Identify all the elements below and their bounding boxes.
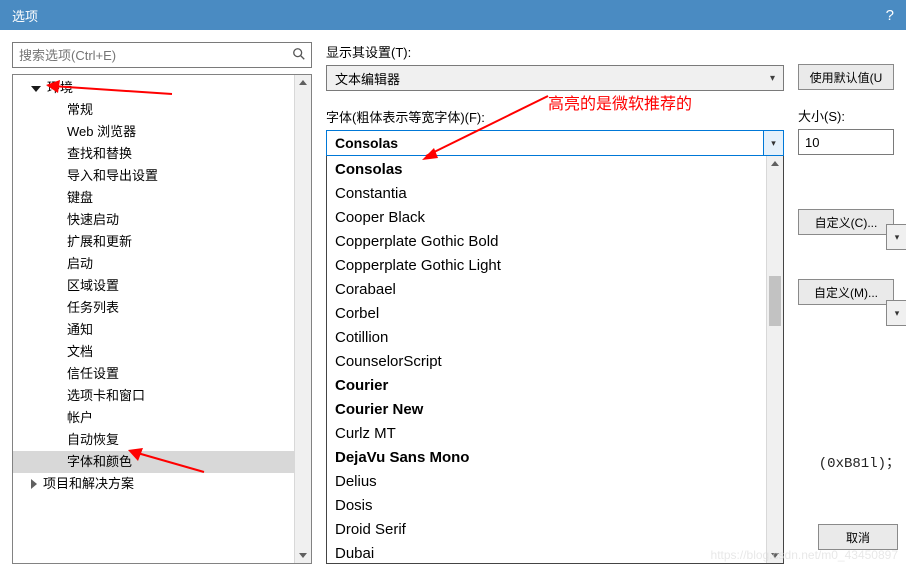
font-option[interactable]: Curlz MT: [327, 422, 783, 446]
chevron-down-icon: ▾: [770, 73, 775, 84]
font-selected: Consolas: [335, 135, 398, 151]
cancel-button[interactable]: 取消: [818, 524, 898, 550]
search-input[interactable]: [12, 42, 312, 68]
chevron-right-icon: [31, 479, 37, 489]
tree-item[interactable]: 查找和替换: [13, 143, 311, 165]
tree-item[interactable]: 快速启动: [13, 209, 311, 231]
custom-c-button[interactable]: 自定义(C)...: [798, 209, 894, 235]
tree-item[interactable]: 启动: [13, 253, 311, 275]
font-option[interactable]: Corbel: [327, 302, 783, 326]
font-option[interactable]: Corabael: [327, 278, 783, 302]
font-option[interactable]: Courier New: [327, 398, 783, 422]
tree-node-label: 环境: [47, 77, 73, 99]
tree-item[interactable]: Web 浏览器: [13, 121, 311, 143]
tree-item[interactable]: 扩展和更新: [13, 231, 311, 253]
font-option[interactable]: Constantia: [327, 182, 783, 206]
tree-node-environment[interactable]: 环境: [13, 77, 311, 99]
hidden-combo-1[interactable]: ▾: [886, 224, 906, 250]
tree-item[interactable]: 常规: [13, 99, 311, 121]
middle-column: 显示其设置(T): 文本编辑器 ▾ 字体(粗体表示等宽字体)(F): Conso…: [326, 42, 784, 564]
show-settings-combo[interactable]: 文本编辑器 ▾: [326, 65, 784, 91]
font-option[interactable]: Copperplate Gothic Light: [327, 254, 783, 278]
sample-code-text: (0xB81l)；: [817, 450, 902, 474]
font-option[interactable]: Dosis: [327, 494, 783, 518]
font-combo[interactable]: Consolas ▾: [326, 130, 784, 156]
dropdown-scrollbar[interactable]: [766, 156, 783, 563]
tree-node-projects[interactable]: 项目和解决方案: [13, 473, 311, 495]
font-dropdown[interactable]: ConsolasConstantiaCooper BlackCopperplat…: [326, 156, 784, 564]
font-option[interactable]: Copperplate Gothic Bold: [327, 230, 783, 254]
font-combo-button[interactable]: ▾: [763, 131, 783, 155]
use-defaults-button[interactable]: 使用默认值(U: [798, 64, 894, 90]
hidden-combo-2[interactable]: ▾: [886, 300, 906, 326]
font-option[interactable]: Cotillion: [327, 326, 783, 350]
font-option[interactable]: CounselorScript: [327, 350, 783, 374]
tree-item[interactable]: 选项卡和窗口: [13, 385, 311, 407]
size-label: 大小(S):: [798, 106, 894, 125]
font-label: 字体(粗体表示等宽字体)(F):: [326, 107, 784, 126]
tree-item[interactable]: 字体和颜色: [13, 451, 311, 473]
font-option[interactable]: Droid Serif: [327, 518, 783, 542]
chevron-down-icon: [31, 86, 41, 92]
titlebar: 选项 ?: [0, 0, 906, 30]
tree-item[interactable]: 键盘: [13, 187, 311, 209]
font-option[interactable]: Courier: [327, 374, 783, 398]
size-input[interactable]: [798, 129, 894, 155]
tree-item[interactable]: 自动恢复: [13, 429, 311, 451]
left-column: 环境 常规Web 浏览器查找和替换导入和导出设置键盘快速启动扩展和更新启动区域设…: [12, 42, 312, 564]
tree-item[interactable]: 通知: [13, 319, 311, 341]
show-settings-label: 显示其设置(T):: [326, 42, 784, 61]
options-tree[interactable]: 环境 常规Web 浏览器查找和替换导入和导出设置键盘快速启动扩展和更新启动区域设…: [12, 74, 312, 564]
tree-node-label: 项目和解决方案: [43, 473, 134, 495]
tree-item[interactable]: 信任设置: [13, 363, 311, 385]
font-option[interactable]: Delius: [327, 470, 783, 494]
combo-value: 文本编辑器: [335, 69, 400, 88]
watermark: https://blog.csdn.net/m0_43450897: [711, 548, 898, 562]
search-wrap: [12, 42, 312, 68]
right-column: 显示其设置(T): 文本编辑器 ▾ 字体(粗体表示等宽字体)(F): Conso…: [326, 42, 894, 564]
custom-m-button[interactable]: 自定义(M)...: [798, 279, 894, 305]
tree-item[interactable]: 帐户: [13, 407, 311, 429]
main-area: 环境 常规Web 浏览器查找和替换导入和导出设置键盘快速启动扩展和更新启动区域设…: [0, 30, 906, 564]
tree-item[interactable]: 文档: [13, 341, 311, 363]
tree-scrollbar[interactable]: [294, 75, 311, 563]
tree-item[interactable]: 任务列表: [13, 297, 311, 319]
window-title: 选项: [12, 6, 38, 25]
font-option[interactable]: Cooper Black: [327, 206, 783, 230]
tree-item[interactable]: 区域设置: [13, 275, 311, 297]
tree-item[interactable]: 导入和导出设置: [13, 165, 311, 187]
scrollbar-thumb[interactable]: [769, 276, 781, 326]
font-option[interactable]: Consolas: [327, 158, 783, 182]
help-icon[interactable]: ?: [886, 7, 894, 24]
far-right-column: 使用默认值(U 大小(S): 自定义(C)... 自定义(M)...: [798, 42, 894, 564]
font-option[interactable]: DejaVu Sans Mono: [327, 446, 783, 470]
